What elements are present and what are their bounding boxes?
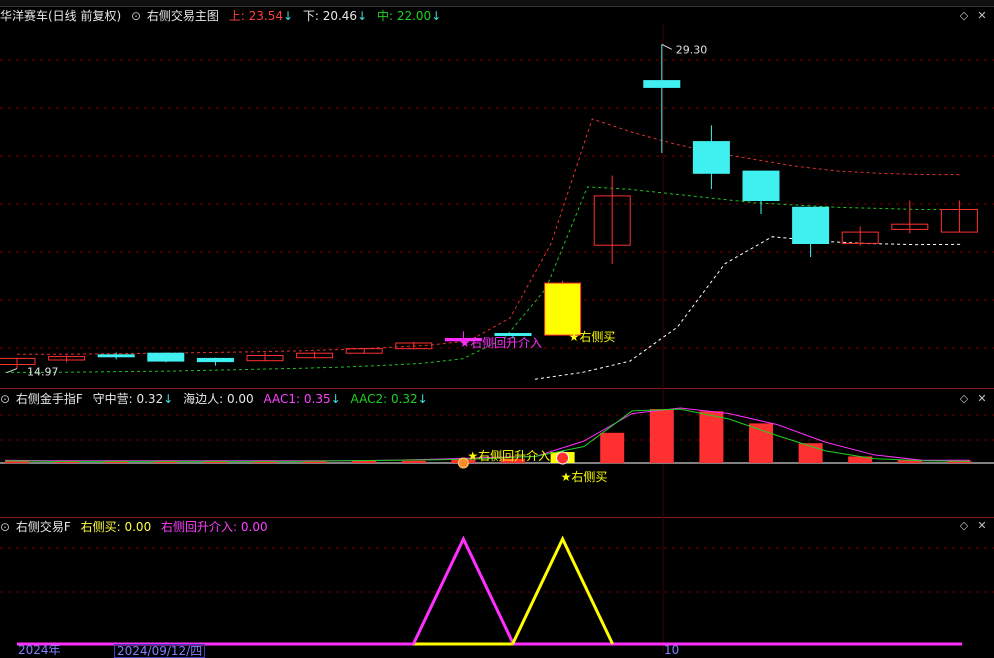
candle-body [643, 80, 681, 88]
candle-body [97, 354, 135, 358]
max-price-label: 29.30 [676, 43, 708, 56]
candle-body [742, 170, 780, 202]
cursor-date-box: 2024/09/12/四 [114, 644, 206, 658]
candle-body [792, 206, 830, 245]
chart-canvas[interactable]: ★右侧回升介入 ★右侧买 29.30 14.97 ★右侧回升介入 ★右侧买 [0, 0, 994, 654]
min-price-label: 14.97 [27, 366, 59, 379]
signal-rebound-label: ★右侧回升介入 [467, 448, 550, 463]
candle-body [692, 141, 730, 174]
histogram-bar [699, 411, 724, 463]
month-label: 10 [664, 643, 680, 657]
chart-window: 华洋赛车(日线 前复权) ⊙ 右侧交易主图 上: 23.54↓ 下: 20.46… [0, 0, 994, 658]
candle-body [544, 282, 582, 336]
histogram-bar [401, 460, 426, 463]
candle-body [196, 357, 234, 363]
signal-buy-label: ★右侧买 [569, 329, 616, 344]
buy-marker-icon [556, 451, 570, 465]
histogram-bar [649, 409, 674, 463]
histogram-bar [749, 423, 773, 463]
histogram-bar [600, 432, 625, 464]
signal-buy-label: ★右侧买 [561, 469, 608, 484]
signal-rebound-label: ★右侧回升介入 [459, 335, 542, 350]
lower-band-line [534, 236, 963, 380]
candle-body [147, 352, 185, 362]
year-label: 2024年 [18, 643, 61, 657]
